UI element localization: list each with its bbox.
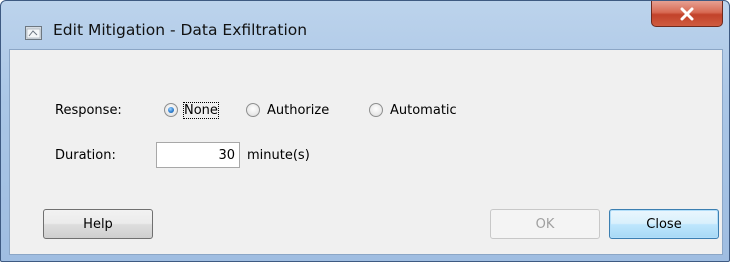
- dialog-window: Edit Mitigation - Data Exfiltration Resp…: [0, 0, 730, 262]
- dialog-content: Response: None Authorize Automatic Durat…: [9, 49, 723, 255]
- radio-none[interactable]: [164, 103, 178, 117]
- radio-automatic-label[interactable]: Automatic: [390, 103, 457, 118]
- duration-input[interactable]: [156, 142, 240, 168]
- ok-button[interactable]: OK: [490, 209, 600, 239]
- close-x-icon: [680, 7, 694, 20]
- dialog-title: Edit Mitigation - Data Exfiltration: [53, 21, 308, 39]
- close-button[interactable]: Close: [609, 209, 719, 239]
- dialog-app-icon: [25, 25, 42, 40]
- help-button[interactable]: Help: [43, 209, 153, 239]
- radio-none-label[interactable]: None: [183, 102, 219, 119]
- response-label: Response:: [55, 103, 122, 118]
- close-window-button[interactable]: [651, 1, 723, 27]
- radio-automatic[interactable]: [369, 103, 383, 117]
- duration-unit-label: minute(s): [247, 148, 310, 163]
- title-bar[interactable]: Edit Mitigation - Data Exfiltration: [1, 1, 729, 41]
- radio-authorize-label[interactable]: Authorize: [267, 103, 329, 118]
- radio-authorize[interactable]: [246, 103, 260, 117]
- duration-label: Duration:: [55, 148, 116, 163]
